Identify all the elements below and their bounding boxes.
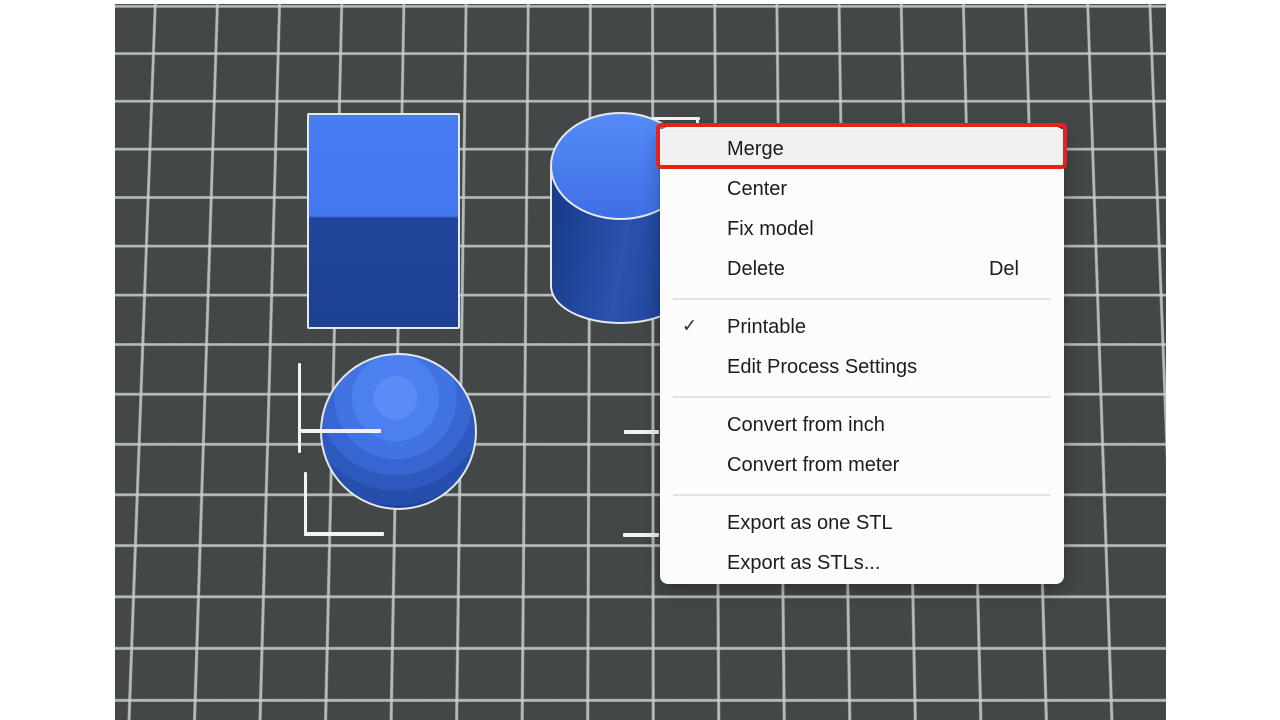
menu-item-convert-from-meter[interactable]: Convert from meter bbox=[660, 445, 1064, 485]
menu-item-printable[interactable]: ✓ Printable bbox=[660, 307, 1064, 347]
menu-item-label: Edit Process Settings bbox=[727, 356, 917, 379]
app-window: Merge Center Fix model Delete Del ✓ Prin… bbox=[0, 0, 1280, 720]
menu-item-label: Printable bbox=[727, 316, 806, 339]
checkmark-icon: ✓ bbox=[682, 315, 697, 336]
selection-marker-corner-horizontal bbox=[304, 532, 384, 536]
menu-item-center[interactable]: Center bbox=[660, 169, 1064, 209]
menu-separator bbox=[660, 387, 1064, 405]
context-menu: Merge Center Fix model Delete Del ✓ Prin… bbox=[660, 127, 1064, 584]
menu-item-export-as-one-stl[interactable]: Export as one STL bbox=[660, 503, 1064, 543]
menu-shortcut-del: Del bbox=[989, 258, 1019, 281]
menu-item-label: Delete bbox=[727, 258, 785, 281]
menu-item-label: Fix model bbox=[727, 218, 814, 241]
menu-item-label: Convert from meter bbox=[727, 454, 899, 477]
menu-item-export-as-stls[interactable]: Export as STLs... bbox=[660, 543, 1064, 583]
selection-marker-left-horizontal bbox=[298, 429, 381, 433]
menu-item-label: Export as one STL bbox=[727, 512, 893, 535]
selection-marker-cylinder-top bbox=[652, 117, 700, 120]
menu-item-fix-model[interactable]: Fix model bbox=[660, 209, 1064, 249]
selection-marker-right-horizontal-lower bbox=[623, 533, 659, 537]
selection-marker-cylinder-corner bbox=[696, 117, 699, 125]
menu-item-convert-from-inch[interactable]: Convert from inch bbox=[660, 405, 1064, 445]
menu-item-merge[interactable]: Merge bbox=[660, 129, 1064, 169]
menu-item-label: Merge bbox=[727, 138, 784, 161]
menu-separator bbox=[660, 485, 1064, 503]
model-cube[interactable] bbox=[307, 113, 460, 329]
menu-item-delete[interactable]: Delete Del bbox=[660, 249, 1064, 289]
selection-marker-corner-vertical bbox=[304, 472, 307, 536]
menu-item-label: Convert from inch bbox=[727, 414, 885, 437]
menu-item-label: Center bbox=[727, 178, 787, 201]
menu-item-label: Export as STLs... bbox=[727, 552, 880, 575]
selection-marker-left-vertical bbox=[298, 363, 301, 453]
menu-separator bbox=[660, 289, 1064, 307]
menu-item-edit-process-settings[interactable]: Edit Process Settings bbox=[660, 347, 1064, 387]
selection-marker-right-horizontal-upper bbox=[624, 430, 659, 434]
